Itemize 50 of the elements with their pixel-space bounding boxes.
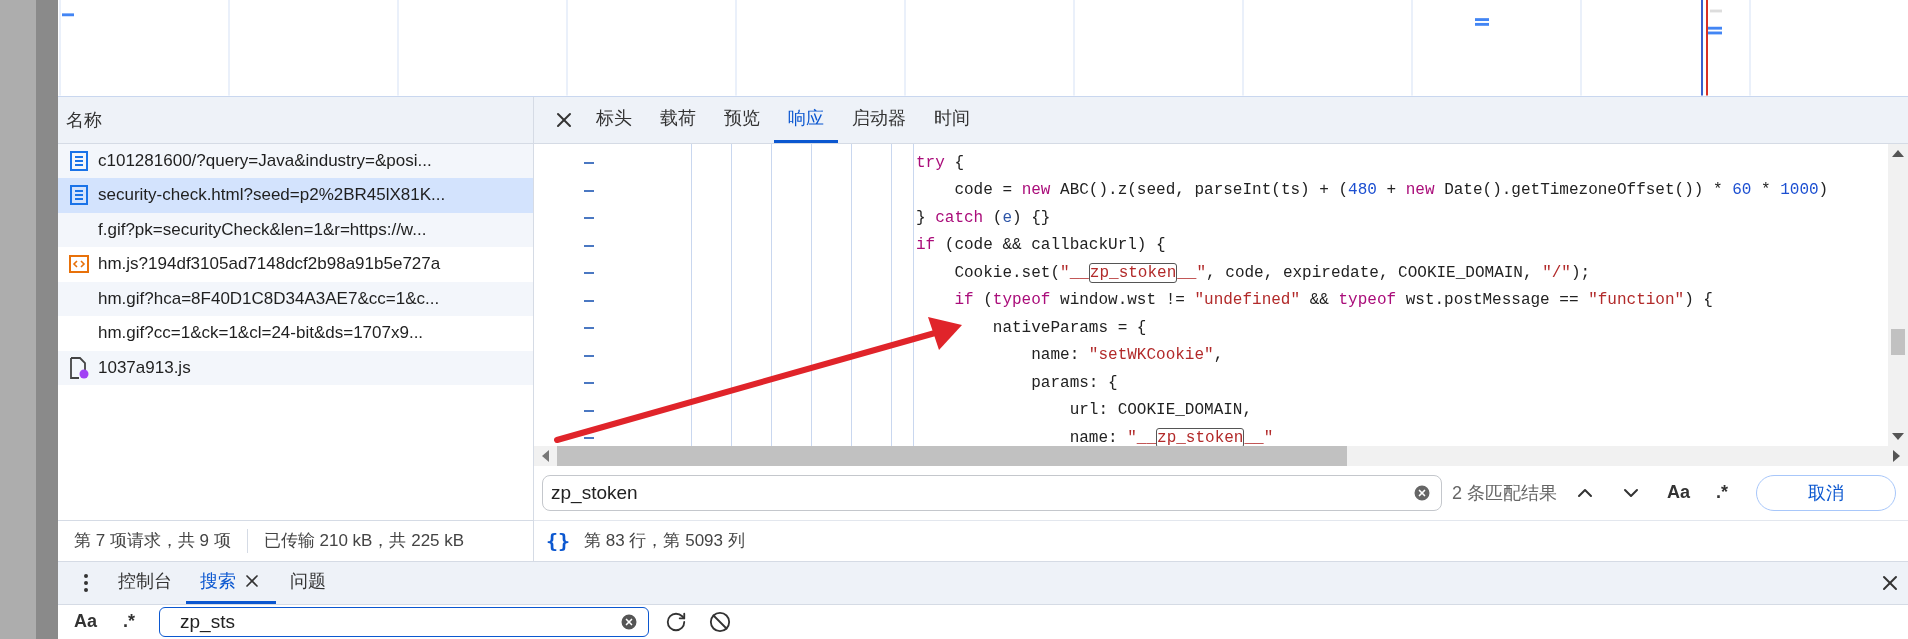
detail-tab[interactable]: 响应 [774, 96, 838, 143]
code-line: code = new ABC().z(seed, parseInt(ts) + (480 + new Date().getTimezoneOffset()) * 60 * 1000) [953, 180, 1830, 202]
request-row[interactable]: 1037a913.js [58, 350, 533, 386]
request-name: f.gif?pk=securityCheck&len=1&r=https://w... [98, 219, 427, 240]
detail-tab[interactable]: 启动器 [838, 96, 920, 143]
match-case-button[interactable]: Aa [66, 611, 105, 633]
code-line: nativeParams = { [991, 317, 1148, 339]
match-case-button[interactable]: Aa [1659, 482, 1699, 504]
request-name: c101281600/?query=Java&industry=&posi... [98, 150, 432, 171]
request-name: 1037a913.js [98, 357, 191, 378]
request-count: 第 7 项请求，共 9 项 [73, 530, 232, 553]
drawer-tab[interactable]: 搜索 [186, 561, 276, 604]
pretty-print-button[interactable]: {} [546, 528, 571, 553]
code-line: params: { [1030, 372, 1119, 394]
code-line: if (code && callbackUrl) { [916, 235, 1167, 257]
request-row[interactable]: hm.gif?hca=8F40D1C8D34A3AE7&cc=1&c... [58, 281, 533, 317]
detail-tab[interactable]: 预览 [710, 96, 774, 143]
code-line: if (typeof window.wst != "undefined" && typeof wst.postMessage == "function") { [953, 290, 1714, 312]
detail-tab[interactable]: 标头 [582, 96, 646, 143]
request-name: hm.js?194df3105ad7148dcf2b98a91b5e727a [98, 254, 441, 275]
detail-tab[interactable]: 时间 [920, 96, 984, 143]
request-row[interactable]: f.gif?pk=securityCheck&len=1&r=https://w... [58, 212, 533, 248]
regex-button[interactable]: .* [115, 611, 144, 633]
drawer-tab[interactable]: 控制台 [104, 561, 186, 604]
code-file-icon [69, 255, 89, 274]
match-count: 2 条匹配结果 [1452, 481, 1557, 505]
find-field[interactable]: zp_stoken [542, 474, 1442, 511]
vertical-scrollbar[interactable] [1888, 143, 1908, 446]
request-name: hm.gif?hca=8F40D1C8D34A3AE7&cc=1&c... [98, 288, 440, 309]
cursor-position: 第 83 行，第 5093 列 [584, 530, 745, 553]
transfer-size: 已传输 210 kB，共 225 kB [262, 530, 466, 553]
request-row[interactable]: security-check.html?seed=p2%2BR45lX81K... [58, 178, 533, 213]
document-icon [70, 150, 88, 171]
code-line: Cookie.set("__zp_stoken__", code, expiredate, COOKIE_DOMAIN, "/"); [953, 261, 1592, 285]
document-icon [70, 185, 88, 206]
code-line: name: "setWKCookie", [1030, 345, 1225, 367]
detail-tab[interactable]: 载荷 [646, 96, 710, 143]
search-field[interactable]: zp_sts [159, 606, 650, 637]
horizontal-scrollbar[interactable] [534, 445, 1908, 466]
regex-button[interactable]: .* [1708, 482, 1737, 504]
file-icon [69, 356, 89, 379]
column-header[interactable]: 名称 [58, 96, 533, 144]
request-row[interactable]: c101281600/?query=Java&industry=&posi... [58, 143, 533, 179]
code-line: url: COOKIE_DOMAIN, [1068, 400, 1254, 422]
drawer-tab[interactable]: 问题 [276, 561, 340, 604]
cancel-button[interactable]: 取消 [1756, 474, 1897, 511]
request-name: security-check.html?seed=p2%2BR45lX81K... [98, 185, 446, 206]
request-name: hm.gif?cc=1&ck=1&cl=24-bit&ds=1707x9... [98, 323, 424, 344]
code-line: try { [916, 152, 965, 174]
code-line: } catch (e) {} [916, 207, 1052, 229]
